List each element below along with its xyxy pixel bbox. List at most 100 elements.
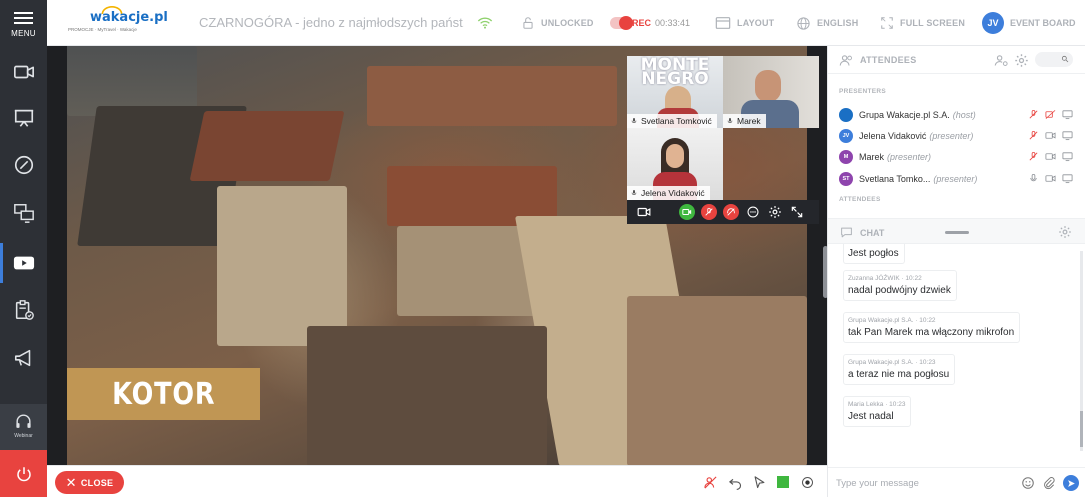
- search-icon: [1061, 55, 1069, 63]
- chat-message-text: nadal podwójny dzwiek: [848, 285, 951, 296]
- chat-header: CHAT: [828, 218, 1085, 244]
- record-dot-button[interactable]: [799, 474, 815, 490]
- compass-icon: [14, 155, 33, 175]
- main-stage: KOTOR MONTE NEGRO Svetlana Tomković Mare…: [47, 46, 827, 465]
- sidebar-item-whiteboard[interactable]: [0, 145, 47, 185]
- camera-toggle-button[interactable]: [679, 204, 695, 220]
- paperclip-icon[interactable]: [1042, 476, 1056, 490]
- marek-face: [755, 70, 781, 102]
- camera-icon[interactable]: [1045, 173, 1056, 184]
- video-scene-bell-tower: [217, 186, 347, 346]
- hide-cursor-button[interactable]: [702, 474, 718, 490]
- chat-message-author: Zuzanna JÓŹWIK · 10:22: [848, 275, 922, 282]
- monitor-icon[interactable]: [1062, 173, 1073, 184]
- microphone-mute-button[interactable]: [701, 204, 717, 220]
- chat-scrollbar[interactable]: [1080, 251, 1083, 451]
- jelena-face: [666, 144, 684, 168]
- top-bar: wakacje.pl PROMOCJE · MyTravel · Wakacje…: [47, 0, 1085, 46]
- microphone-off-icon[interactable]: [1028, 109, 1039, 120]
- attendees-search[interactable]: [1035, 52, 1073, 67]
- camera-tile-svetlana[interactable]: MONTE NEGRO Svetlana Tomković: [627, 56, 723, 128]
- sidebar-item-camera[interactable]: [0, 52, 47, 92]
- camera-tile-marek[interactable]: Marek: [723, 56, 819, 128]
- camera-tile-jelena[interactable]: Jelena Vidaković: [627, 128, 723, 200]
- unlocked-button[interactable]: UNLOCKED: [521, 0, 594, 46]
- video-camera-icon[interactable]: [637, 205, 651, 219]
- camera-off-icon[interactable]: [1045, 109, 1056, 120]
- chat-composer: [828, 467, 1085, 497]
- chat-resize-handle[interactable]: [945, 231, 969, 234]
- bottom-bar: ✕ CLOSE: [47, 465, 827, 497]
- expand-icon: [791, 206, 803, 218]
- room-title: CZARNOGÓRA - jedno z najmłodszych państ.…: [199, 15, 464, 30]
- chat-message: Grupa Wakacje.pl S.A. · 10:22 tak Pan Ma…: [843, 312, 1021, 343]
- rec-toggle[interactable]: [610, 16, 633, 30]
- camera-expand-button[interactable]: [789, 204, 805, 220]
- chat-title: CHAT: [860, 228, 885, 238]
- close-button[interactable]: ✕ CLOSE: [55, 471, 124, 494]
- video-scene-square-shadow: [307, 326, 547, 465]
- hamburger-icon: [14, 12, 33, 24]
- power-button[interactable]: [0, 450, 47, 497]
- language-button[interactable]: ENGLISH: [796, 0, 858, 46]
- fullscreen-icon: [881, 17, 893, 29]
- sidebar-item-tests[interactable]: [0, 290, 47, 330]
- attendee-row-svetlana[interactable]: ST Svetlana Tomko... (presenter): [839, 170, 1079, 188]
- menu-button[interactable]: MENU: [0, 0, 47, 46]
- sidebar-item-screen-share[interactable]: [0, 193, 47, 233]
- camera-name-jelena: Jelena Vidaković: [627, 186, 710, 200]
- camera-icon[interactable]: [1045, 130, 1056, 141]
- chat-message-text: Jest nadal: [848, 411, 894, 422]
- monitor-icon[interactable]: [1062, 109, 1073, 120]
- chat-bubble-button[interactable]: [745, 204, 761, 220]
- layout-icon: [715, 17, 731, 29]
- wifi-icon: [477, 17, 493, 29]
- attendee-row-marek[interactable]: M Marek (presenter): [839, 148, 1079, 166]
- microphone-icon[interactable]: [1028, 173, 1039, 184]
- monitor-icon[interactable]: [1062, 130, 1073, 141]
- send-button[interactable]: [1063, 475, 1079, 491]
- pointer-tool-button[interactable]: [751, 474, 767, 490]
- attendee-avatar: ST: [839, 172, 853, 186]
- attendee-avatar: JV: [839, 129, 853, 143]
- webinar-label: Webinar: [14, 433, 33, 439]
- microphone-off-icon[interactable]: [1028, 151, 1039, 162]
- sidebar-item-youtube[interactable]: [0, 243, 47, 283]
- attendee-name: Svetlana Tomko...: [859, 174, 931, 184]
- sidebar-item-presentation[interactable]: [0, 98, 47, 138]
- user-settings-icon[interactable]: [994, 53, 1009, 68]
- fullscreen-button[interactable]: FULL SCREEN: [880, 0, 965, 46]
- layout-button[interactable]: LAYOUT: [715, 0, 774, 46]
- headphones-off-icon: [727, 208, 735, 216]
- event-board-label[interactable]: EVENT BOARD: [1010, 18, 1076, 28]
- microphone-icon: [631, 190, 637, 195]
- sidebar-item-webinar[interactable]: Webinar: [0, 404, 47, 450]
- camera-settings-button[interactable]: [767, 204, 783, 220]
- fullscreen-label: FULL SCREEN: [900, 18, 966, 28]
- brand-logo: wakacje.pl PROMOCJE · MyTravel · Wakacje: [64, 6, 168, 38]
- attendee-controls: [1022, 109, 1073, 120]
- attendee-row-jelena[interactable]: JV Jelena Vidaković (presenter): [839, 127, 1079, 145]
- attendee-row-host[interactable]: Grupa Wakacje.pl S.A. (host): [839, 106, 1079, 124]
- presenters-section-label: PRESENTERS: [839, 88, 887, 95]
- logo-text: wakacje.pl: [90, 10, 168, 25]
- chat-bubble-icon: [747, 206, 759, 218]
- users-icon: [839, 55, 852, 66]
- chat-message-input[interactable]: [836, 475, 1016, 491]
- video-scene-church-roof: [189, 111, 345, 181]
- chat-message: Maria Lekka · 10:23 Jest nadal: [843, 396, 912, 427]
- emoji-icon[interactable]: [1021, 476, 1035, 490]
- monitor-icon[interactable]: [1062, 151, 1073, 162]
- speaker-mute-button[interactable]: [723, 204, 739, 220]
- montenegro-overlay: MONTE NEGRO: [640, 56, 710, 89]
- microphone-off-icon: [705, 207, 713, 216]
- color-picker-button[interactable]: [775, 474, 791, 490]
- gear-icon[interactable]: [1058, 225, 1072, 239]
- gear-icon[interactable]: [1014, 53, 1029, 68]
- attendee-role: (presenter): [929, 131, 974, 141]
- microphone-off-icon[interactable]: [1028, 130, 1039, 141]
- undo-button[interactable]: [727, 474, 743, 490]
- camera-icon[interactable]: [1045, 151, 1056, 162]
- user-avatar[interactable]: JV: [982, 12, 1004, 34]
- sidebar-item-announcements[interactable]: [0, 338, 47, 378]
